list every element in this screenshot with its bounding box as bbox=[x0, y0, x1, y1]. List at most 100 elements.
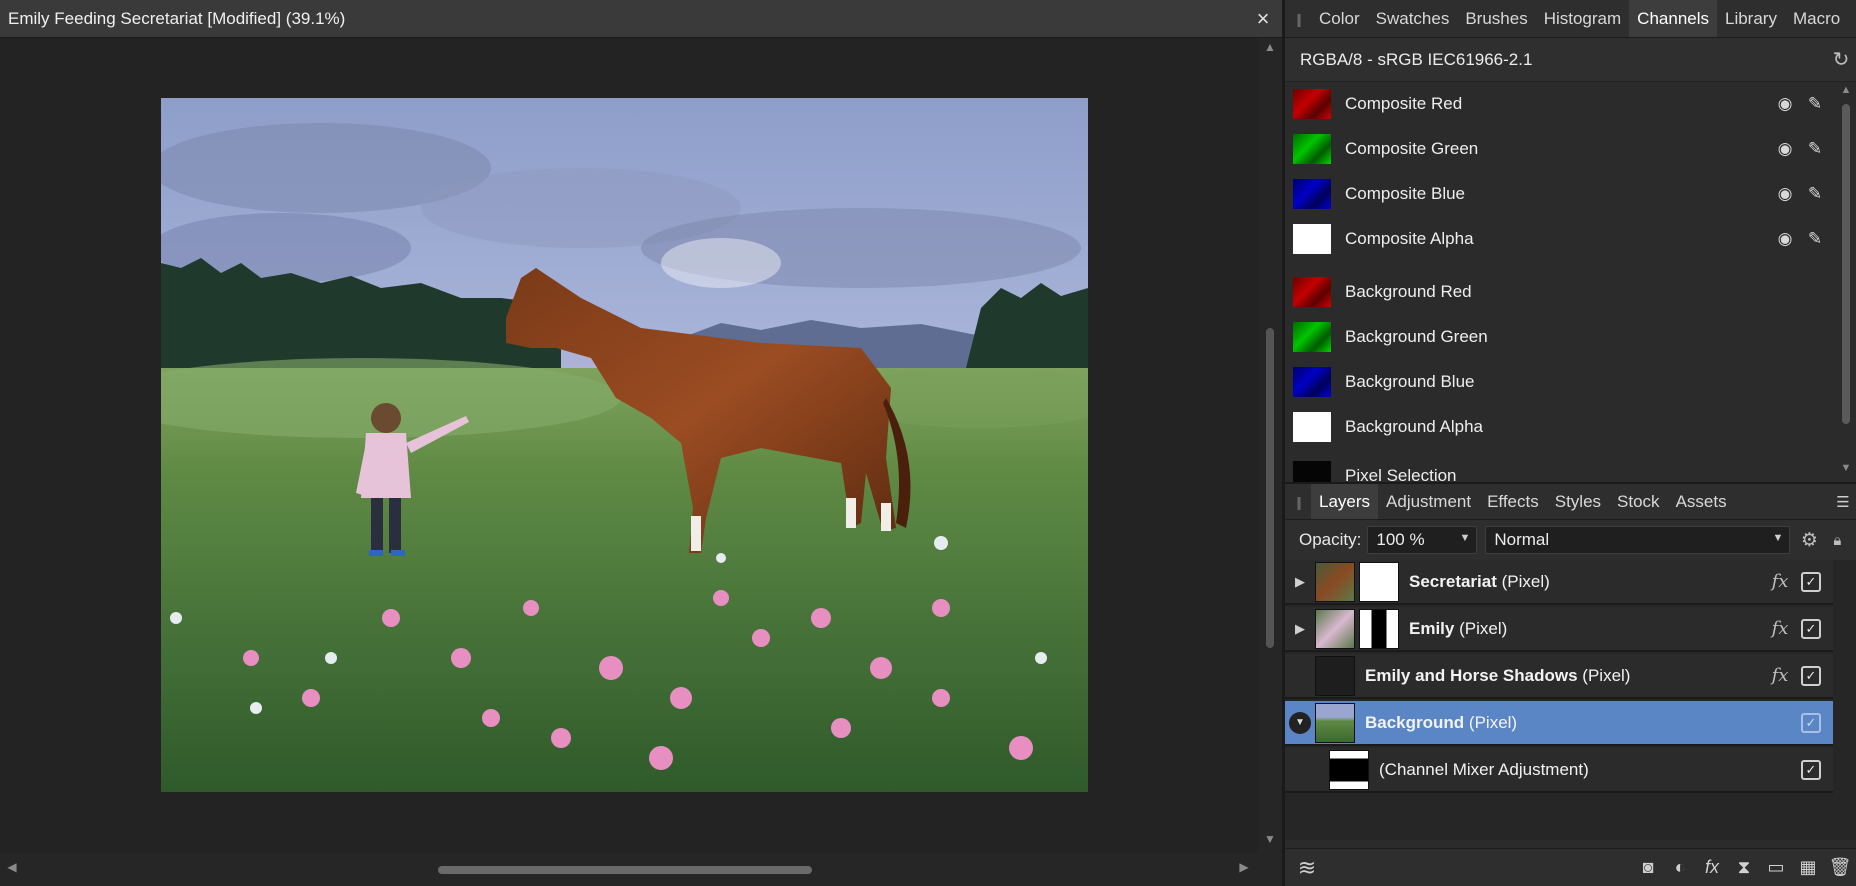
document-window: Emily Feeding Secretariat [Modified] (39… bbox=[0, 0, 1282, 886]
fx-icon[interactable]: fx bbox=[1696, 857, 1728, 878]
scroll-corner bbox=[1258, 854, 1282, 886]
channels-header: RGBA/8 - sRGB IEC61966-2.1 ↻ bbox=[1285, 38, 1856, 82]
collapse-icon[interactable]: ▼ bbox=[1289, 711, 1311, 734]
fx-icon[interactable]: fx bbox=[1763, 571, 1797, 592]
right-panel: || Color Swatches Brushes Histogram Chan… bbox=[1282, 0, 1856, 886]
channel-label: Background Red bbox=[1345, 282, 1472, 301]
channel-row-composite-blue[interactable]: Composite Blue ◉ ✎ bbox=[1285, 172, 1830, 216]
layer-row-shadows[interactable]: Emily and Horse Shadows (Pixel) fx ✓ bbox=[1285, 654, 1833, 699]
scroll-up-icon[interactable]: ▲ bbox=[1258, 40, 1282, 60]
tab-color[interactable]: Color bbox=[1311, 0, 1368, 37]
vertical-scrollbar[interactable]: ▲ ▼ bbox=[1258, 38, 1282, 854]
eye-icon[interactable]: ◉ bbox=[1770, 229, 1800, 249]
pencil-icon[interactable]: ✎ bbox=[1800, 229, 1830, 249]
horizontal-scroll-thumb[interactable] bbox=[438, 866, 812, 874]
layers-stack-icon[interactable]: ≋ bbox=[1285, 855, 1329, 881]
tab-library[interactable]: Library bbox=[1717, 0, 1785, 37]
layer-thumbnail bbox=[1315, 702, 1355, 743]
reset-icon[interactable]: ↻ bbox=[1826, 47, 1856, 72]
pencil-icon[interactable]: ✎ bbox=[1800, 184, 1830, 204]
opacity-select[interactable]: 100 % ▼ bbox=[1367, 526, 1478, 554]
visibility-checkbox[interactable]: ✓ bbox=[1801, 618, 1821, 639]
fx-icon[interactable]: fx bbox=[1763, 665, 1797, 686]
layer-name: (Channel Mixer Adjustment) bbox=[1379, 759, 1589, 779]
add-pixel-layer-icon[interactable]: ▦ bbox=[1792, 857, 1824, 878]
color-profile-label: RGBA/8 - sRGB IEC61966-2.1 bbox=[1300, 49, 1533, 69]
tab-channels[interactable]: Channels bbox=[1629, 0, 1717, 37]
blend-mode-select[interactable]: Normal ▼ bbox=[1485, 526, 1791, 554]
channel-label: Background Blue bbox=[1345, 372, 1475, 391]
visibility-checkbox[interactable]: ✓ bbox=[1801, 665, 1821, 686]
trash-icon[interactable]: 🗑︎ bbox=[1824, 857, 1856, 878]
close-icon[interactable]: × bbox=[1244, 0, 1282, 38]
studio-tab-bar: || Color Swatches Brushes Histogram Chan… bbox=[1285, 0, 1856, 38]
vertical-scroll-thumb[interactable] bbox=[1266, 328, 1274, 648]
tab-macro[interactable]: Macro bbox=[1785, 0, 1848, 37]
panel-grip-icon[interactable]: || bbox=[1285, 484, 1311, 519]
tab-histogram[interactable]: Histogram bbox=[1536, 0, 1629, 37]
channel-thumbnail bbox=[1293, 224, 1331, 254]
channel-thumbnail bbox=[1293, 277, 1331, 307]
visibility-checkbox[interactable]: ✓ bbox=[1801, 759, 1821, 780]
document-title-bar: Emily Feeding Secretariat [Modified] (39… bbox=[0, 0, 1282, 38]
scroll-right-icon[interactable]: ▶ bbox=[1234, 860, 1254, 880]
tab-effects[interactable]: Effects bbox=[1479, 484, 1547, 519]
visibility-checkbox[interactable]: ✓ bbox=[1801, 712, 1821, 733]
scroll-down-icon[interactable]: ▼ bbox=[1258, 832, 1282, 852]
channels-scroll-thumb[interactable] bbox=[1842, 104, 1850, 424]
channel-row-composite-green[interactable]: Composite Green ◉ ✎ bbox=[1285, 127, 1830, 171]
lock-icon[interactable]: 🔒︎ bbox=[1824, 532, 1850, 549]
visibility-checkbox[interactable]: ✓ bbox=[1801, 571, 1821, 592]
channel-label: Background Green bbox=[1345, 327, 1488, 346]
channel-row-background-alpha[interactable]: Background Alpha bbox=[1285, 405, 1830, 449]
tab-layers[interactable]: Layers bbox=[1311, 484, 1379, 519]
expand-icon[interactable]: ▶ bbox=[1285, 574, 1315, 590]
layer-row-background[interactable]: ▼ Background (Pixel) ✓ bbox=[1285, 701, 1833, 746]
layer-thumbnail bbox=[1315, 561, 1355, 602]
mask-layer-icon[interactable]: ◙ bbox=[1632, 857, 1664, 878]
panel-grip-icon[interactable]: || bbox=[1285, 0, 1311, 37]
layer-row-emily[interactable]: ▶ Emily (Pixel) fx ✓ bbox=[1285, 607, 1833, 652]
channel-row-background-red[interactable]: Background Red bbox=[1285, 270, 1830, 314]
tab-brushes[interactable]: Brushes bbox=[1457, 0, 1535, 37]
channels-scrollbar[interactable]: ▲ ▼ bbox=[1836, 82, 1856, 482]
tab-swatches[interactable]: Swatches bbox=[1368, 0, 1458, 37]
scroll-down-icon[interactable]: ▼ bbox=[1836, 462, 1856, 474]
channel-label: Pixel Selection bbox=[1345, 466, 1457, 482]
eye-icon[interactable]: ◉ bbox=[1770, 94, 1800, 114]
channel-row-pixel-selection[interactable]: Pixel Selection bbox=[1285, 454, 1830, 482]
tab-adjustment[interactable]: Adjustment bbox=[1378, 484, 1479, 519]
tab-styles[interactable]: Styles bbox=[1547, 484, 1609, 519]
eye-icon[interactable]: ◉ bbox=[1770, 139, 1800, 159]
expand-icon[interactable]: ▶ bbox=[1285, 621, 1315, 637]
pencil-icon[interactable]: ✎ bbox=[1800, 94, 1830, 114]
fx-icon[interactable]: fx bbox=[1763, 618, 1797, 639]
layer-row-channel-mixer[interactable]: (Channel Mixer Adjustment) ✓ bbox=[1285, 748, 1833, 793]
channel-row-composite-red[interactable]: Composite Red ◉ ✎ bbox=[1285, 82, 1830, 126]
scroll-left-icon[interactable]: ◀ bbox=[2, 860, 22, 880]
channel-row-composite-alpha[interactable]: Composite Alpha ◉ ✎ bbox=[1285, 217, 1830, 261]
channel-thumbnail bbox=[1293, 179, 1331, 209]
channel-row-background-blue[interactable]: Background Blue bbox=[1285, 360, 1830, 404]
channel-label: Background Alpha bbox=[1345, 417, 1483, 436]
panel-menu-icon[interactable]: ☰ bbox=[1830, 484, 1856, 519]
channel-thumbnail bbox=[1293, 322, 1331, 352]
adjustment-icon[interactable]: ◐ bbox=[1664, 857, 1696, 878]
gear-icon[interactable]: ⚙ bbox=[1794, 529, 1824, 552]
channel-thumbnail bbox=[1293, 89, 1331, 119]
canvas-image[interactable] bbox=[161, 98, 1088, 792]
live-filter-icon[interactable]: ⧗ bbox=[1728, 857, 1760, 878]
channel-row-background-green[interactable]: Background Green bbox=[1285, 315, 1830, 359]
layer-name: Background (Pixel) bbox=[1365, 712, 1518, 732]
tab-stock[interactable]: Stock bbox=[1609, 484, 1668, 519]
scroll-up-icon[interactable]: ▲ bbox=[1836, 84, 1856, 96]
horizontal-scrollbar[interactable]: ◀ ▶ bbox=[0, 854, 1258, 886]
opacity-label: Opacity: bbox=[1299, 530, 1362, 549]
pencil-icon[interactable]: ✎ bbox=[1800, 139, 1830, 159]
tab-assets[interactable]: Assets bbox=[1668, 484, 1735, 519]
opacity-value: 100 % bbox=[1376, 530, 1425, 549]
folder-icon[interactable]: ▭ bbox=[1760, 857, 1792, 878]
eye-icon[interactable]: ◉ bbox=[1770, 184, 1800, 204]
layer-row-secretariat[interactable]: ▶ Secretariat (Pixel) fx ✓ bbox=[1285, 560, 1833, 605]
mask-thumbnail bbox=[1359, 561, 1399, 602]
